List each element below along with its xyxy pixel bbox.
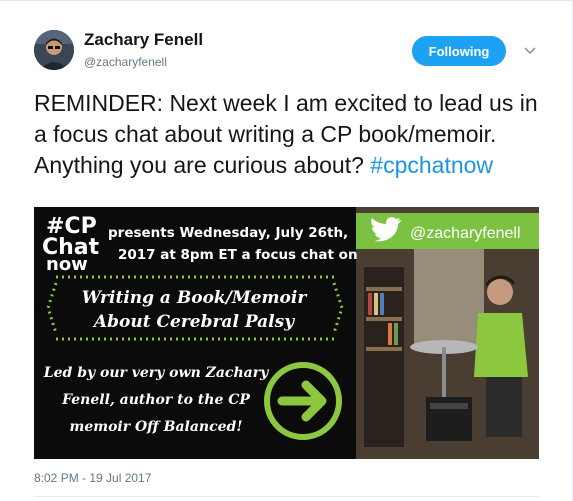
dotted-border-left [46, 282, 58, 334]
presents-line-1: presents Wednesday, July 26th, [108, 225, 348, 241]
author-display-name[interactable]: Zachary Fenell [84, 30, 203, 50]
chevron-down-icon[interactable] [522, 42, 538, 58]
topic-line-1: Writing a Book/Memoir [82, 288, 308, 308]
author-handle[interactable]: @zacharyfenell [84, 54, 203, 70]
logo-line-3: now [46, 254, 88, 275]
tweet-media-image[interactable]: @zacharyfenell #CP Chat now presents Wed… [34, 207, 539, 459]
promo-graphic: @zacharyfenell #CP Chat now presents Wed… [42, 207, 539, 459]
avatar-image [34, 30, 74, 70]
dotted-border-right [332, 282, 344, 334]
tweet-text: REMINDER: Next week I am excited to lead… [34, 88, 544, 181]
presents-line-2: 2017 at 8pm ET a focus chat on [118, 247, 358, 263]
topic-line-2: About Cerebral Palsy [92, 312, 295, 332]
tweet-header: Zachary Fenell @zacharyfenell Following [34, 26, 544, 76]
twitter-handle-label: @zacharyfenell [410, 225, 521, 242]
bottom-divider [34, 496, 539, 497]
hashtag-link[interactable]: #cpchatnow [370, 152, 493, 178]
author-names: Zachary Fenell @zacharyfenell [84, 30, 203, 70]
tweet-timestamp[interactable]: 8:02 PM - 19 Jul 2017 [34, 471, 151, 485]
led-by-line-3: memoir Off Balanced! [70, 419, 243, 435]
avatar[interactable] [34, 30, 74, 70]
led-by-line-1: Led by our very own Zachary [43, 365, 269, 381]
arrow-right-icon [264, 362, 342, 440]
led-by-line-2: Fenell, author to the CP [61, 392, 250, 408]
top-divider [0, 0, 573, 1]
following-button[interactable]: Following [412, 36, 506, 66]
